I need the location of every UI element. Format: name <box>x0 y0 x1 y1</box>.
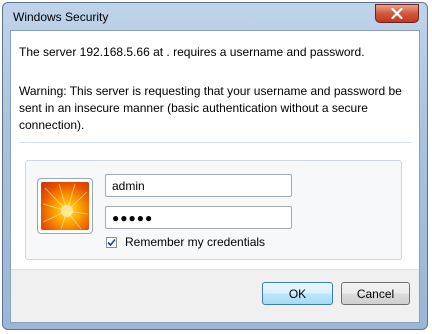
close-icon <box>391 8 403 19</box>
remember-checkbox[interactable] <box>106 236 117 248</box>
cancel-button[interactable]: Cancel <box>341 282 410 305</box>
checkmark-icon <box>107 238 116 246</box>
ok-button[interactable]: OK <box>262 282 333 305</box>
button-bar: OK Cancel <box>11 269 419 322</box>
remember-credentials-option[interactable]: Remember my credentials <box>106 235 265 249</box>
dialog-body: The server 192.168.5.66 at . requires a … <box>10 30 420 323</box>
flower-avatar-icon <box>41 182 89 230</box>
credential-tile: admin ●●●●● Remember my credentials <box>25 160 402 260</box>
title-bar[interactable]: Windows Security <box>3 3 427 29</box>
windows-security-dialog: Windows Security The server 192.168.5.66… <box>2 2 428 330</box>
window-title: Windows Security <box>13 10 109 24</box>
separator <box>19 142 411 143</box>
user-avatar <box>37 178 93 234</box>
remember-label: Remember my credentials <box>125 235 266 249</box>
close-button[interactable] <box>375 4 419 23</box>
password-field[interactable]: ●●●●● <box>105 206 292 229</box>
username-field[interactable]: admin <box>105 174 292 197</box>
server-prompt-text: The server 192.168.5.66 at . requires a … <box>19 45 365 59</box>
insecure-warning-text: Warning: This server is requesting that … <box>19 84 402 132</box>
